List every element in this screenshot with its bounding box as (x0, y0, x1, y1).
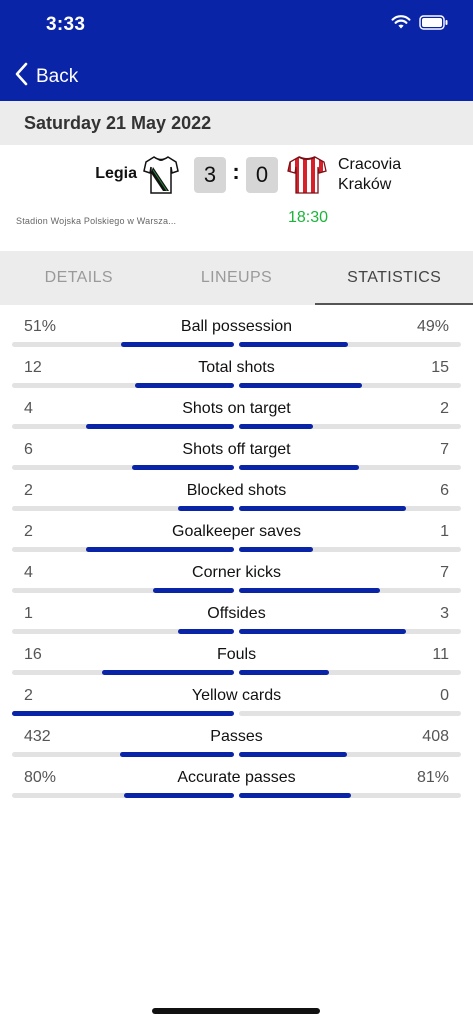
statistics-list: 51% Ball possession 49% 12 Total shots 15 4 Sho… (0, 305, 473, 798)
home-indicator (152, 1008, 320, 1014)
kickoff-time: 18:30 (288, 209, 329, 226)
home-team-name[interactable]: Legia (95, 165, 137, 183)
status-time: 3:33 (46, 14, 86, 35)
stat-label: Blocked shots (186, 482, 287, 499)
back-button[interactable]: Back (14, 62, 78, 91)
away-bar-fill (239, 793, 351, 798)
stat-label: Offsides (207, 605, 266, 622)
tab-statistics[interactable]: STATISTICS (315, 251, 473, 305)
tab-lineups[interactable]: LINEUPS (158, 251, 316, 305)
away-team-name[interactable]: Cracovia Kraków (338, 155, 401, 195)
venue: Stadion Wojska Polskiego w Warsza... (16, 216, 177, 226)
stat-row: 6 Shots off target 7 (0, 428, 473, 470)
stat-label: Shots on target (182, 400, 291, 417)
stat-away-value: 0 (440, 687, 449, 704)
stat-away-value: 15 (431, 359, 449, 376)
stat-row: 2 Yellow cards 0 (0, 674, 473, 716)
away-team-name-line1: Cracovia (338, 156, 402, 173)
stat-label: Fouls (216, 646, 257, 663)
stat-away-value: 408 (422, 728, 449, 745)
match-date-bar: Saturday 21 May 2022 (0, 101, 473, 145)
battery-icon (419, 14, 449, 35)
legia-shirt-icon (143, 155, 179, 200)
stat-row: 16 Fouls 11 (0, 633, 473, 675)
stat-away-value: 7 (440, 564, 449, 581)
home-bar-fill (124, 793, 234, 798)
back-label: Back (36, 65, 79, 87)
score-separator: : (232, 159, 240, 184)
tab-bar: DETAILS LINEUPS STATISTICS (0, 251, 473, 305)
stat-away-value: 11 (432, 646, 449, 663)
chevron-left-icon (14, 62, 28, 91)
stat-row: 80% Accurate passes 81% (0, 756, 473, 798)
away-team-name-line2: Kraków (338, 176, 392, 193)
stat-row: 2 Goalkeeper saves 1 (0, 510, 473, 552)
stat-label: Total shots (198, 359, 275, 376)
cracovia-shirt-icon (287, 155, 327, 200)
stat-label: Accurate passes (177, 769, 296, 786)
away-bar-track (239, 793, 461, 798)
stat-row: 51% Ball possession 49% (0, 305, 473, 347)
stat-away-value: 2 (440, 400, 449, 417)
away-score: 0 (246, 157, 278, 193)
stat-row: 4 Shots on target 2 (0, 387, 473, 429)
wifi-icon (391, 14, 411, 35)
stat-row: 4 Corner kicks 7 (0, 551, 473, 593)
stat-away-value: 49% (416, 318, 449, 335)
match-date: Saturday 21 May 2022 (24, 113, 212, 133)
stat-label: Passes (210, 728, 263, 745)
stat-label: Goalkeeper saves (172, 523, 301, 540)
stat-row: 2 Blocked shots 6 (0, 469, 473, 511)
stat-away-value: 81% (416, 769, 449, 786)
stat-label: Corner kicks (192, 564, 281, 581)
stat-label: Shots off target (182, 441, 291, 458)
tab-details[interactable]: DETAILS (0, 251, 158, 305)
stat-row: 1 Offsides 3 (0, 592, 473, 634)
app-header: 3:33 Back (0, 0, 473, 101)
home-score: 3 (194, 157, 226, 193)
stat-label: Yellow cards (191, 687, 282, 704)
stat-away-value: 6 (440, 482, 449, 499)
status-icons (391, 14, 449, 35)
stat-label: Ball possession (180, 318, 293, 335)
home-bar-track (12, 793, 234, 798)
stat-away-value: 3 (440, 605, 449, 622)
stat-away-value: 7 (440, 441, 449, 458)
stat-row: 432 Passes 408 (0, 715, 473, 757)
stat-row: 12 Total shots 15 (0, 346, 473, 388)
match-header: Legia 3 : 0 Cracovia Kraków Stadion Wojs… (0, 145, 473, 251)
stat-away-value: 1 (440, 523, 449, 540)
